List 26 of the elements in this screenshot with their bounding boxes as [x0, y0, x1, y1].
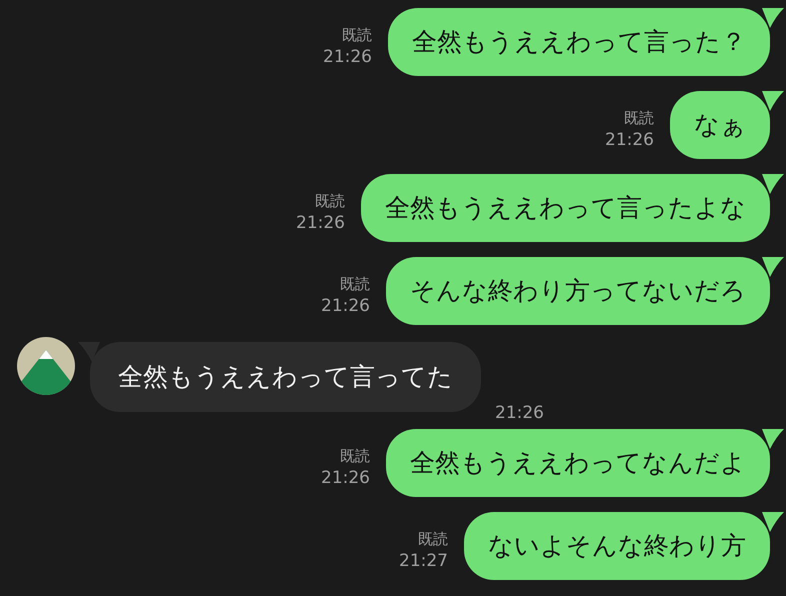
message-bubble: 全然もうええわって言った？ [388, 8, 770, 76]
message-bubble: 全然もうええわってなんだよ [386, 429, 770, 497]
message-time: 21:26 [296, 212, 345, 234]
bubble-tail-icon [762, 257, 784, 277]
read-receipt: 既読 [624, 109, 654, 129]
message-bubble: そんな終わり方ってないだろ [386, 257, 770, 325]
message-bubble: ないよそんな終わり方 [464, 512, 770, 580]
message-time: 21:26 [323, 46, 372, 68]
bubble-tail-icon [762, 429, 784, 449]
bubble-tail-icon [762, 174, 784, 194]
message-bubble: なぁ [670, 91, 770, 159]
bubble-tail-icon [762, 8, 784, 28]
message-time: 21:27 [399, 550, 448, 572]
bubble-tail-icon [762, 91, 784, 111]
message-bubble: 全然もうええわって言ってた [90, 342, 481, 412]
message-time: 21:26 [321, 294, 370, 317]
read-receipt: 既読 [342, 26, 372, 46]
read-receipt: 既読 [340, 447, 370, 467]
bubble-tail-icon [762, 512, 784, 532]
message-time: 21:26 [605, 128, 654, 151]
message-time: 21:26 [321, 466, 370, 489]
read-receipt: 既読 [340, 275, 370, 295]
read-receipt: 既読 [418, 530, 448, 550]
read-receipt: 既読 [315, 192, 345, 212]
message-time: 21:26 [495, 402, 544, 424]
message-bubble: 全然もうええわって言ったよな [361, 174, 770, 242]
